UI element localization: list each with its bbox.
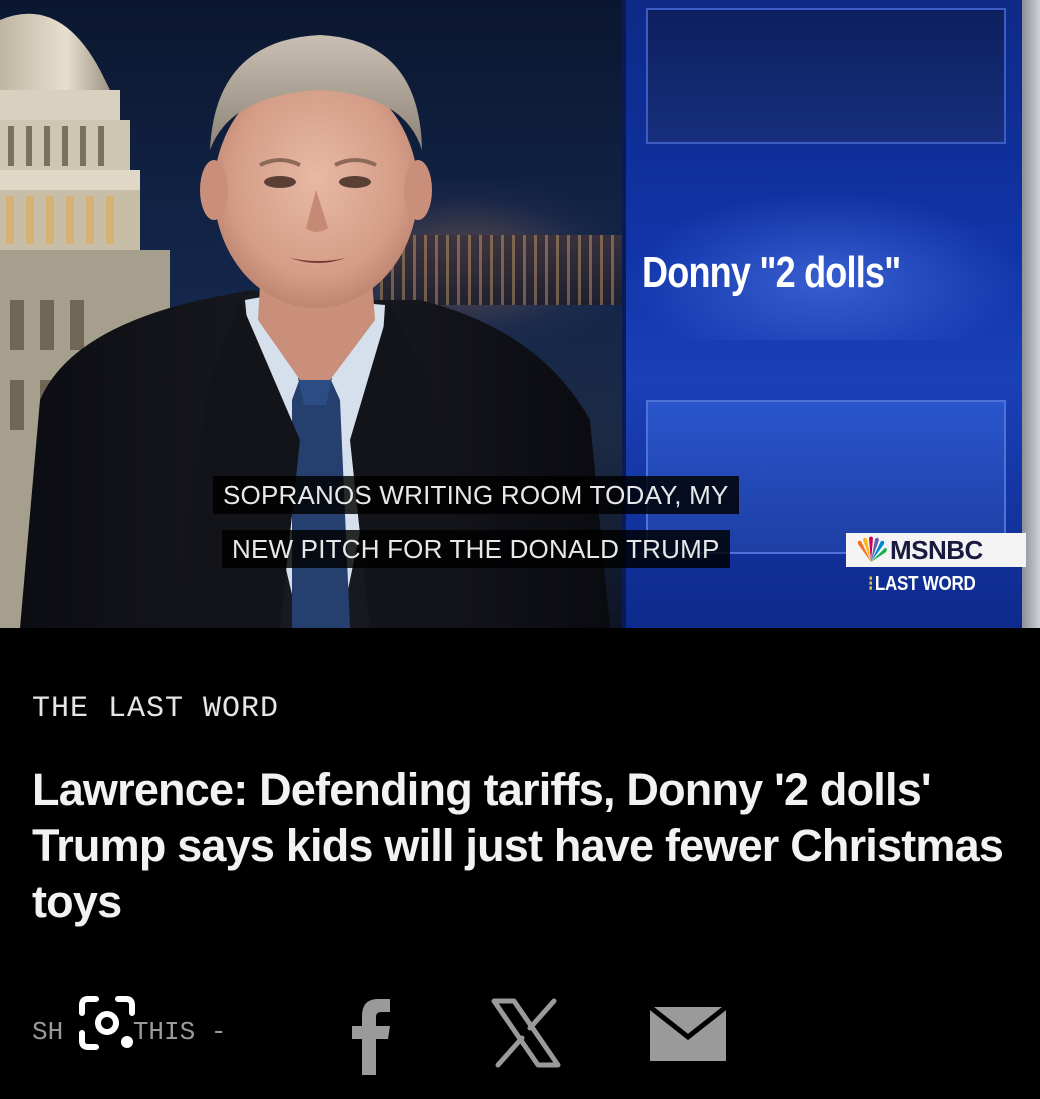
video-still[interactable]: Donny "2 dolls" SOPRANOS WRITING ROOM TO… [0, 0, 1040, 628]
caption-line-2: NEW PITCH FOR THE DONALD TRUMP [222, 530, 730, 568]
network-name: MSNBC [890, 534, 983, 565]
email-icon[interactable] [650, 1007, 726, 1061]
screen-quote-text: Donny "2 dolls" [642, 248, 901, 297]
article-headline[interactable]: Lawrence: Defending tariffs, Donny '2 do… [32, 762, 1012, 930]
network-bug: MSNBC ⁝LAST WORD [846, 533, 1026, 603]
show-name[interactable]: THE LAST WORD [32, 692, 279, 726]
lens-search-icon[interactable] [76, 995, 138, 1053]
show-bug: ⁝LAST WORD [868, 573, 976, 595]
facebook-icon[interactable] [350, 995, 392, 1075]
news-share-card: Donny "2 dolls" SOPRANOS WRITING ROOM TO… [0, 0, 1040, 1099]
share-label-end: THIS - [132, 1017, 227, 1047]
network-logo: MSNBC [846, 533, 1026, 567]
peacock-icon [857, 536, 887, 562]
share-label-start: SH [32, 1017, 64, 1047]
screen-tile-top [646, 8, 1006, 144]
caption-line-1: SOPRANOS WRITING ROOM TODAY, MY [213, 476, 739, 514]
x-icon[interactable] [490, 997, 562, 1069]
share-row: SH THIS - [32, 995, 752, 1075]
show-bug-label: LAST WORD [874, 573, 976, 595]
